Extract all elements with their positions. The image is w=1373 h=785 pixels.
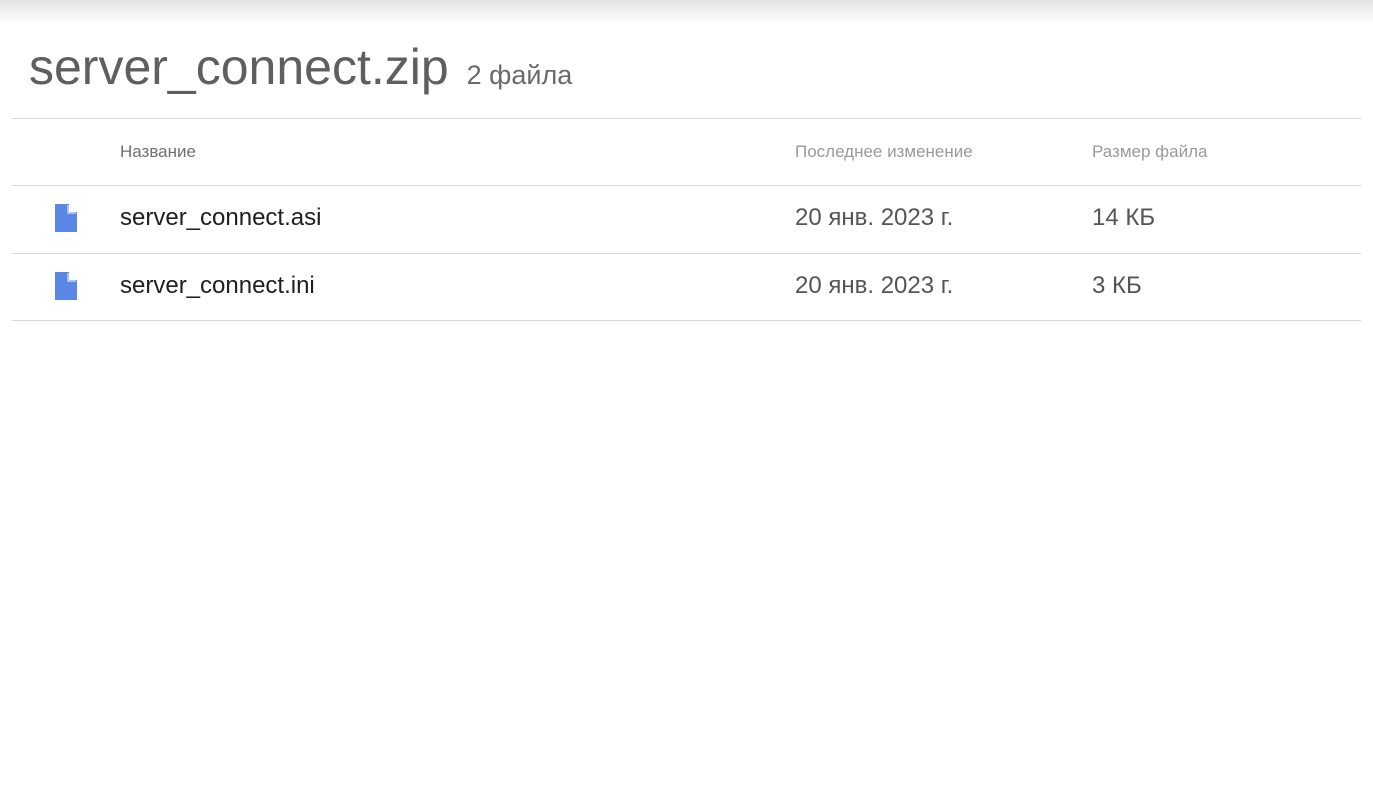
file-count: 2 файла (466, 60, 573, 90)
file-size: 3 КБ (1092, 272, 1142, 299)
file-name: server_connect.asi (120, 204, 322, 231)
file-icon (55, 272, 77, 300)
file-icon (55, 204, 77, 232)
file-modified: 20 янв. 2023 г. (795, 204, 954, 231)
file-row[interactable]: server_connect.ini 20 янв. 2023 г. 3 КБ (12, 254, 1361, 321)
file-name: server_connect.ini (120, 272, 315, 299)
column-header-modified[interactable]: Последнее изменение (795, 142, 973, 162)
column-header-name[interactable]: Название (120, 142, 196, 162)
column-header-size[interactable]: Размер файла (1092, 142, 1207, 162)
divider (12, 118, 1361, 119)
archive-title: server_connect.zip (29, 39, 449, 95)
file-size: 14 КБ (1092, 204, 1156, 231)
file-row[interactable]: server_connect.asi 20 янв. 2023 г. 14 КБ (12, 186, 1361, 253)
archive-header: server_connect.zip 2 файла (29, 38, 572, 98)
top-bar-shadow (0, 0, 1373, 26)
divider (12, 320, 1361, 321)
file-modified: 20 янв. 2023 г. (795, 272, 954, 299)
